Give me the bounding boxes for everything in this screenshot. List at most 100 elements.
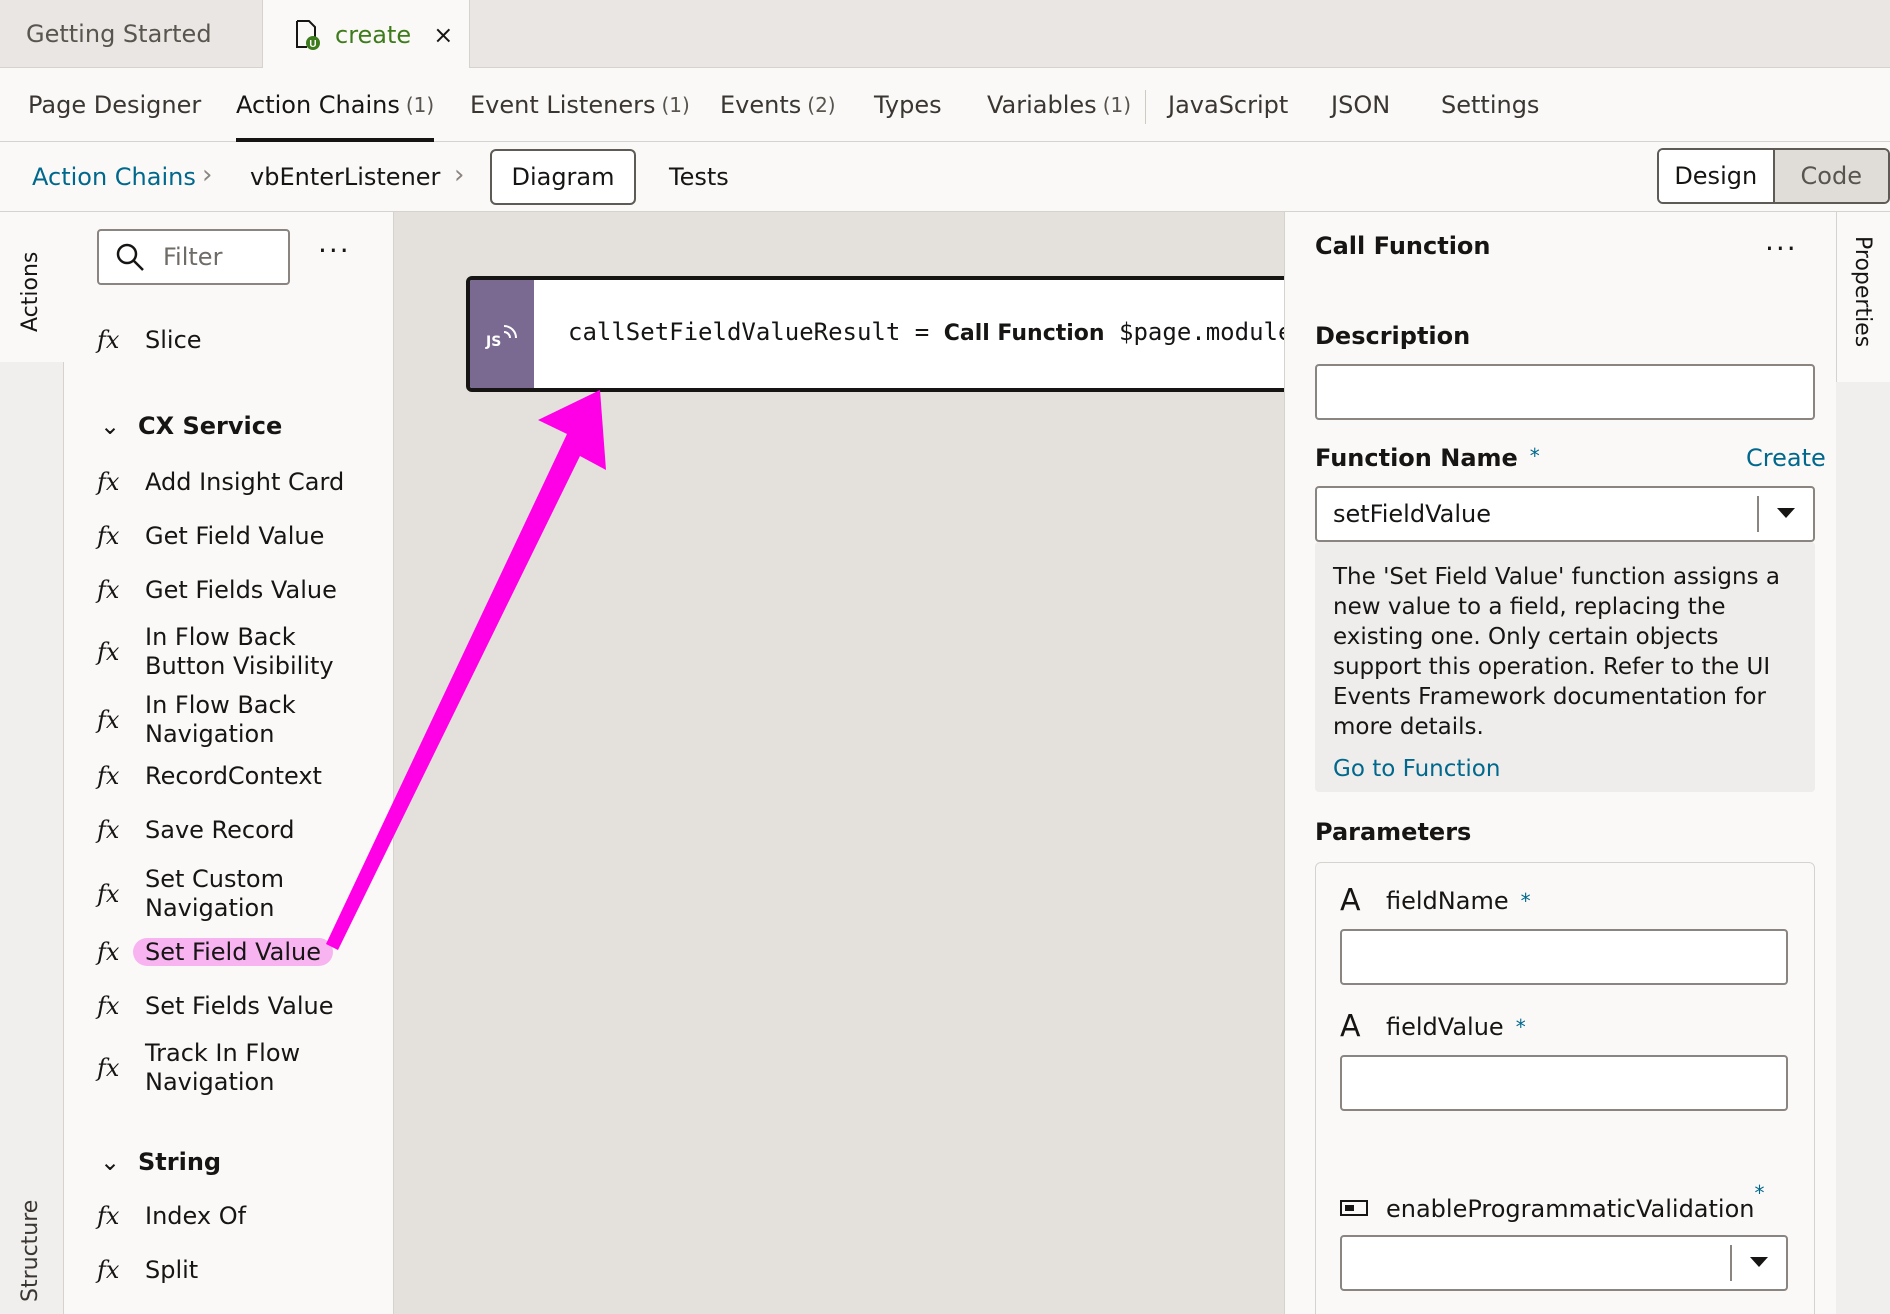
list-item[interactable]: fx In Flow Back Button Visibility [97,622,365,682]
go-to-function-link[interactable]: Go to Function [1333,754,1797,784]
tab-event-listeners[interactable]: Event Listeners (1) [470,68,690,142]
list-item[interactable]: fx Add Insight Card [97,462,344,502]
list-item[interactable]: fx Set Custom Navigation [97,864,305,924]
list-item[interactable]: fx Set Fields Value [97,986,333,1026]
function-icon: fx [97,1256,120,1284]
tab-page-designer[interactable]: Page Designer [28,68,201,142]
group-string[interactable]: ⌄ String [100,1142,221,1182]
function-icon: fx [97,1202,120,1230]
function-icon: fx [97,880,120,908]
close-icon[interactable]: × [433,21,453,49]
tab-events[interactable]: Events (2) [720,68,836,142]
list-item[interactable]: fx Get Fields Value [97,570,337,610]
function-icon: fx [97,706,120,734]
list-item[interactable]: fx Slice [97,320,202,360]
field-name-input[interactable] [1340,929,1788,985]
list-item-label: Split [145,1256,199,1284]
function-name-label: Function Name * [1315,444,1540,472]
tab-settings[interactable]: Settings [1441,68,1539,142]
required-indicator: * [1529,444,1540,468]
list-item-label: Get Fields Value [145,576,337,604]
param-field-name-label: A fieldName * [1340,883,1531,918]
tests-button[interactable]: Tests [669,142,729,212]
properties-rail-tab[interactable]: Properties [1836,212,1890,382]
list-item[interactable]: fx Track In Flow Navigation [97,1038,305,1098]
function-icon: fx [97,468,120,496]
required-indicator: * [1520,888,1531,913]
description-input[interactable] [1315,364,1815,420]
field-value-input[interactable] [1340,1055,1788,1111]
tab-count: (1) [661,93,690,117]
list-item[interactable]: fx RecordContext [97,756,322,796]
actions-palette: Filter ··· fx Slice ⌄ CX Service fx Add … [64,212,394,1314]
param-name: fieldValue [1386,1012,1504,1041]
panel-title: Call Function [1315,232,1491,260]
file-tab-getting-started[interactable]: Getting Started [0,0,262,68]
breadcrumb-chain[interactable]: vbEnterListener [250,142,440,212]
function-icon: fx [97,638,120,666]
list-item-label: Get Field Value [145,522,325,550]
left-rail: Actions Structure [0,212,64,1314]
code-button[interactable]: Code [1772,150,1888,202]
list-item-set-field-value[interactable]: fx Set Field Value [97,932,333,972]
call-function-node[interactable]: JS callSetFieldValueResult = Call Functi… [466,276,1296,392]
group-cx-service[interactable]: ⌄ CX Service [100,406,282,446]
svg-text:U: U [309,39,316,50]
function-target: $page.modules [1119,318,1296,346]
tab-javascript[interactable]: JavaScript [1168,68,1288,142]
select-divider [1730,1245,1732,1281]
list-item[interactable]: fx Split [97,1250,198,1290]
filter-input[interactable]: Filter [97,229,290,285]
param-name: fieldName [1386,886,1509,915]
tab-action-chains[interactable]: Action Chains (1) [236,68,435,142]
tab-label: Action Chains [236,91,400,119]
properties-rail-label: Properties [1850,236,1875,348]
diagram-canvas[interactable]: JS callSetFieldValueResult = Call Functi… [394,212,1296,1314]
more-options-icon[interactable]: ··· [1765,232,1798,265]
breadcrumb-action-chains[interactable]: Action Chains [32,142,196,212]
assign-operator: = [914,318,930,346]
tab-divider [1145,90,1146,124]
function-icon: fx [97,326,120,354]
tab-count: (1) [405,93,435,117]
enable-validation-select[interactable] [1340,1235,1788,1291]
js-badge-text: JS [485,334,501,350]
node-expression: callSetFieldValueResult = Call Function … [568,318,1296,346]
list-item-label: Set Custom Navigation [145,865,284,922]
search-icon [115,242,145,272]
parameters-box: A fieldName * A fieldValue * enableProgr… [1315,862,1815,1314]
result-variable: callSetFieldValueResult [568,318,901,346]
list-item-label: Track In Flow Navigation [145,1039,301,1096]
file-tab-bar: Getting Started U create × [0,0,1890,69]
tab-label: JSON [1331,91,1391,119]
tab-types[interactable]: Types [874,68,942,142]
structure-rail-tab[interactable]: Structure [18,1200,43,1302]
actions-rail-label: Actions [18,251,43,332]
file-tab-create[interactable]: U create × [262,0,470,69]
caret-down-icon [1750,1257,1768,1267]
create-link[interactable]: Create [1746,444,1826,472]
diagram-button[interactable]: Diagram [490,149,636,205]
function-name-select[interactable]: setFieldValue [1315,486,1815,542]
tab-label: JavaScript [1168,91,1289,119]
list-item[interactable]: fx Index Of [97,1196,246,1236]
tab-json[interactable]: JSON [1331,68,1390,142]
design-code-toggle: Design Code [1657,148,1890,204]
tab-count: (2) [807,93,836,117]
design-button[interactable]: Design [1659,150,1773,202]
more-options-icon[interactable]: ··· [318,234,351,267]
select-divider [1757,496,1759,532]
actions-rail-tab[interactable]: Actions [0,212,64,362]
chevron-down-icon: ⌄ [100,412,121,440]
list-item-label: RecordContext [145,762,322,790]
list-item[interactable]: fx Save Record [97,810,294,850]
group-title: CX Service [138,412,283,440]
tab-label: Types [874,91,942,119]
list-item-label: Set Fields Value [145,992,334,1020]
list-item[interactable]: fx In Flow Back Navigation [97,690,305,750]
function-icon: fx [97,1054,120,1082]
tab-label: Event Listeners [470,91,656,119]
action-name: Call Function [943,321,1105,346]
tab-variables[interactable]: Variables (1) [987,68,1131,142]
list-item[interactable]: fx Get Field Value [97,516,324,556]
